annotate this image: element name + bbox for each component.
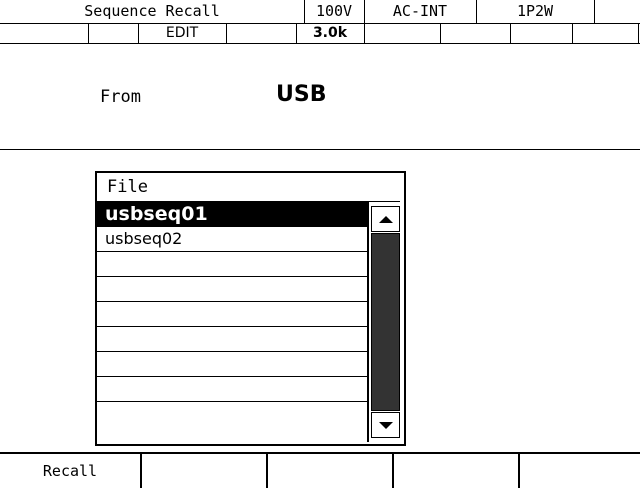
- indicator-box: [0, 23, 89, 43]
- scroll-up-icon[interactable]: [371, 206, 400, 232]
- voltage-range: 100V: [304, 0, 365, 23]
- indicator-box: [364, 23, 441, 43]
- file-item[interactable]: usbseq02: [97, 227, 367, 252]
- softkey-3[interactable]: [268, 454, 394, 488]
- file-list[interactable]: File usbseq01 usbseq02: [95, 171, 406, 446]
- source-mode: AC-INT: [364, 0, 477, 23]
- file-item[interactable]: [97, 327, 367, 352]
- indicator-box: [226, 23, 297, 43]
- indicator-box: [88, 23, 139, 43]
- source-label: From: [100, 87, 141, 107]
- recall-source-panel: From USB: [0, 44, 640, 150]
- file-item[interactable]: [97, 302, 367, 327]
- softkey-5[interactable]: [520, 454, 638, 488]
- file-item[interactable]: [97, 252, 367, 277]
- indicator-row: EDIT 3.0k: [0, 23, 640, 44]
- file-list-header: File: [97, 173, 400, 202]
- recall-button[interactable]: Recall: [0, 454, 142, 488]
- file-list-items: usbseq01 usbseq02: [97, 202, 367, 402]
- freq-range-indicator: 3.0k: [296, 23, 365, 43]
- file-column-label: File: [107, 177, 148, 197]
- indicator-box: [572, 23, 639, 43]
- indicator-box: [510, 23, 573, 43]
- softkey-4[interactable]: [394, 454, 520, 488]
- status-header: Sequence Recall 100V AC-INT 1P2W: [0, 0, 640, 24]
- softkey-bar: Recall: [0, 452, 640, 488]
- file-item[interactable]: [97, 352, 367, 377]
- scroll-down-icon[interactable]: [371, 412, 400, 438]
- file-item[interactable]: [97, 277, 367, 302]
- file-item[interactable]: usbseq01: [97, 202, 367, 227]
- indicator-box: [440, 23, 511, 43]
- scroll-track[interactable]: [371, 233, 400, 411]
- recall-screen: Sequence Recall 100V AC-INT 1P2W EDIT 3.…: [0, 0, 640, 488]
- edit-indicator: EDIT: [138, 23, 227, 43]
- file-item[interactable]: [97, 377, 367, 402]
- source-value[interactable]: USB: [276, 82, 326, 107]
- softkey-2[interactable]: [142, 454, 268, 488]
- screen-title: Sequence Recall: [0, 0, 305, 23]
- wiring-mode: 1P2W: [476, 0, 595, 23]
- scrollbar[interactable]: [367, 202, 402, 442]
